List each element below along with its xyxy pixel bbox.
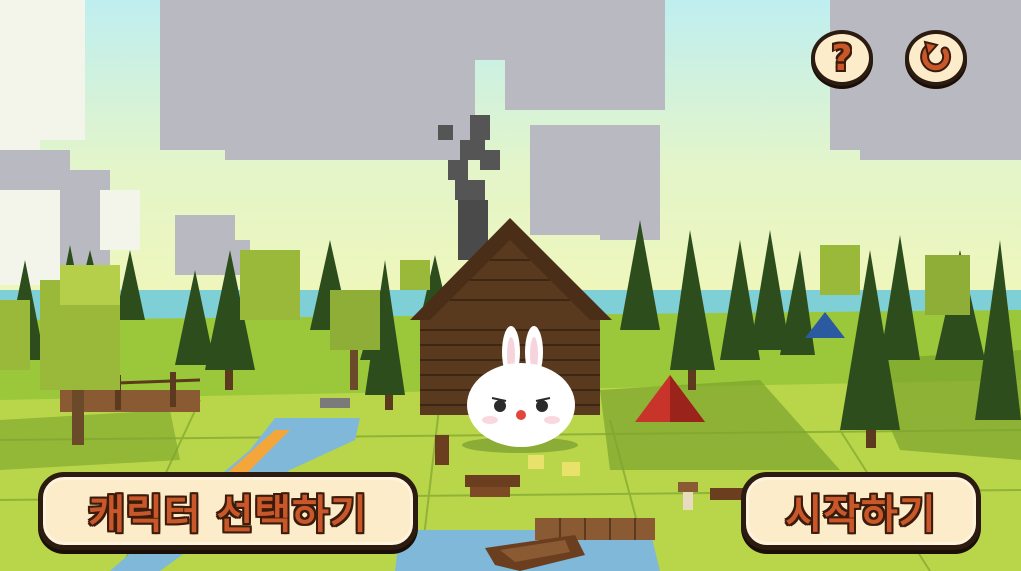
- reset-button[interactable]: [905, 30, 967, 86]
- dock: [535, 518, 655, 540]
- question-mark-icon: ?: [831, 37, 853, 79]
- refresh-icon: [920, 40, 952, 73]
- character-select-label: 캐릭터 선택하기: [88, 492, 368, 538]
- start-label: 시작하기: [785, 492, 937, 538]
- start-button[interactable]: 시작하기: [741, 472, 981, 550]
- character-select-button[interactable]: 캐릭터 선택하기: [38, 472, 418, 550]
- help-button[interactable]: ?: [811, 30, 873, 86]
